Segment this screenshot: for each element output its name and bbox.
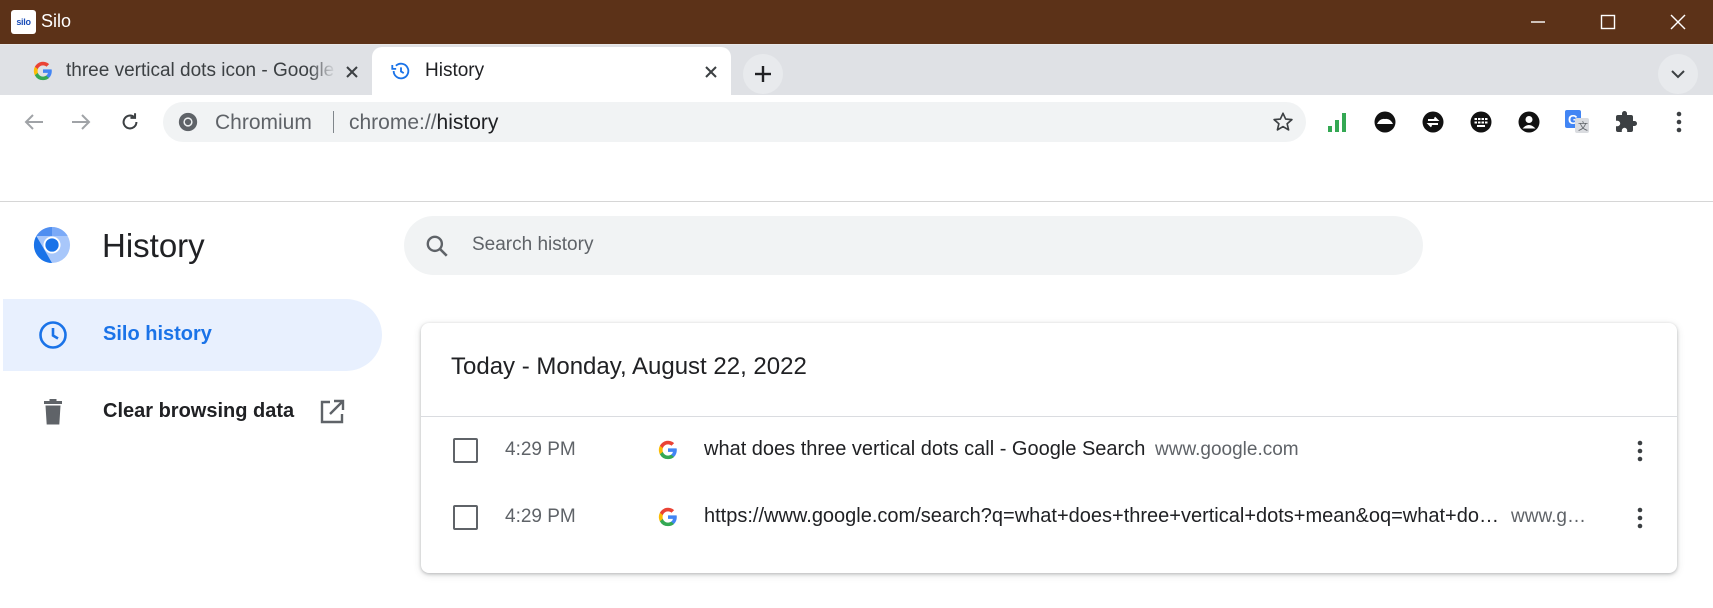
app-title: Silo <box>41 11 72 31</box>
tab-close-button[interactable] <box>342 62 362 82</box>
keyboard-glyph <box>1470 111 1492 133</box>
account-glyph <box>1518 111 1540 133</box>
search-icon <box>426 235 448 257</box>
close-window-button[interactable] <box>1643 0 1713 44</box>
omnibox-url[interactable]: chrome://history <box>349 111 498 135</box>
open-in-new-icon <box>320 399 345 424</box>
sidebar-item-clear-browsing-data[interactable]: Clear browsing data <box>3 376 382 448</box>
history-page: History Silo history Clear browsing data… <box>0 203 1713 608</box>
new-tab-button[interactable] <box>743 54 783 94</box>
translate-icon[interactable]: G文 <box>1564 109 1590 135</box>
row-more-button[interactable] <box>1625 503 1655 533</box>
omnibox[interactable]: Chromium chrome://history <box>163 102 1306 142</box>
entry-domain: www.g… <box>1511 506 1586 527</box>
tab-search-button[interactable] <box>1658 54 1698 94</box>
entry-domain: www.google.com <box>1155 439 1299 460</box>
reload-icon <box>122 113 138 130</box>
tab-label: History <box>425 60 485 81</box>
row-checkbox[interactable] <box>453 505 478 530</box>
forward-button[interactable] <box>61 102 101 142</box>
sync-glyph <box>1422 111 1444 133</box>
tab-google-search[interactable]: three vertical dots icon - Google Search <box>14 47 372 96</box>
omnibox-separator <box>333 111 334 133</box>
arrow-right-icon <box>72 114 91 130</box>
sidebar-item-label: Silo history <box>103 323 212 345</box>
chromium-logo-icon <box>33 226 71 264</box>
more-vert-glyph <box>1676 111 1682 133</box>
url-host: history <box>436 111 499 134</box>
close-icon <box>705 66 717 78</box>
toolbar: Chromium chrome://history G文 <box>0 95 1713 149</box>
maximize-button[interactable] <box>1573 0 1643 44</box>
date-heading: Today - Monday, August 22, 2022 <box>451 353 807 380</box>
search-input[interactable] <box>472 229 1372 261</box>
keyboard-icon[interactable] <box>1468 109 1494 135</box>
history-row[interactable]: 4:29 PM https://www.google.com/search?q=… <box>421 484 1677 550</box>
sync-icon[interactable] <box>1420 109 1446 135</box>
svg-text:文: 文 <box>1578 120 1588 133</box>
cloud-circle-icon[interactable] <box>1372 109 1398 135</box>
entry-time: 4:29 PM <box>505 506 576 527</box>
clock-icon <box>39 321 67 349</box>
chevron-down-icon <box>1671 70 1685 79</box>
tab-strip: three vertical dots icon - Google Search… <box>0 44 1713 96</box>
google-g-icon <box>658 507 677 527</box>
entry-time: 4:29 PM <box>505 439 576 460</box>
tab-history[interactable]: History <box>372 47 731 96</box>
silo-logo-icon: silo <box>11 10 36 34</box>
puzzle-icon[interactable] <box>1613 109 1639 135</box>
sidebar-item-label: Clear browsing data <box>103 400 295 422</box>
entry-title-link[interactable]: what does three vertical dots call - Goo… <box>704 438 1145 461</box>
history-row[interactable]: 4:29 PM what does three vertical dots ca… <box>421 417 1677 483</box>
url-scheme: chrome:// <box>349 111 437 134</box>
trash-icon <box>44 399 62 425</box>
omnibox-site-label: Chromium <box>215 111 312 134</box>
history-clock-icon <box>391 62 410 80</box>
row-checkbox[interactable] <box>453 438 478 463</box>
search-history-bar[interactable] <box>404 216 1423 275</box>
reload-button[interactable] <box>110 102 150 142</box>
arrow-left-icon <box>24 114 43 130</box>
more-vert-icon[interactable] <box>1666 109 1692 135</box>
chromium-icon <box>178 112 198 132</box>
translate-glyph: G文 <box>1565 110 1589 133</box>
signal-bars-icon[interactable] <box>1324 109 1350 135</box>
maximize-icon <box>1600 14 1616 30</box>
puzzle-glyph <box>1616 111 1637 132</box>
bookmarks-bar <box>0 149 1713 202</box>
history-card: Today - Monday, August 22, 2022 4:29 PM … <box>421 323 1677 573</box>
close-icon <box>346 66 358 78</box>
page-title: History <box>102 227 205 264</box>
cloud-circle-glyph <box>1374 111 1396 133</box>
minimize-button[interactable] <box>1503 0 1573 44</box>
minimize-icon <box>1531 21 1545 23</box>
google-g-icon <box>33 61 52 81</box>
more-vert-icon <box>1637 507 1643 529</box>
tab-label: three vertical dots icon - Google Search <box>66 60 336 81</box>
row-more-button[interactable] <box>1625 436 1655 466</box>
title-bar: silo Silo <box>0 0 1713 44</box>
tab-close-button[interactable] <box>701 62 721 82</box>
more-vert-icon <box>1637 440 1643 462</box>
sidebar-item-silo-history[interactable]: Silo history <box>3 299 382 371</box>
back-button[interactable] <box>14 102 54 142</box>
star-bookmark-icon[interactable] <box>1272 111 1294 133</box>
entry-title-link[interactable]: https://www.google.com/search?q=what+doe… <box>704 505 1499 528</box>
close-icon <box>1670 14 1686 30</box>
google-g-icon <box>658 440 677 460</box>
signal-bars-glyph <box>1328 113 1346 132</box>
account-circle-icon[interactable] <box>1516 109 1542 135</box>
plus-icon <box>755 66 771 82</box>
